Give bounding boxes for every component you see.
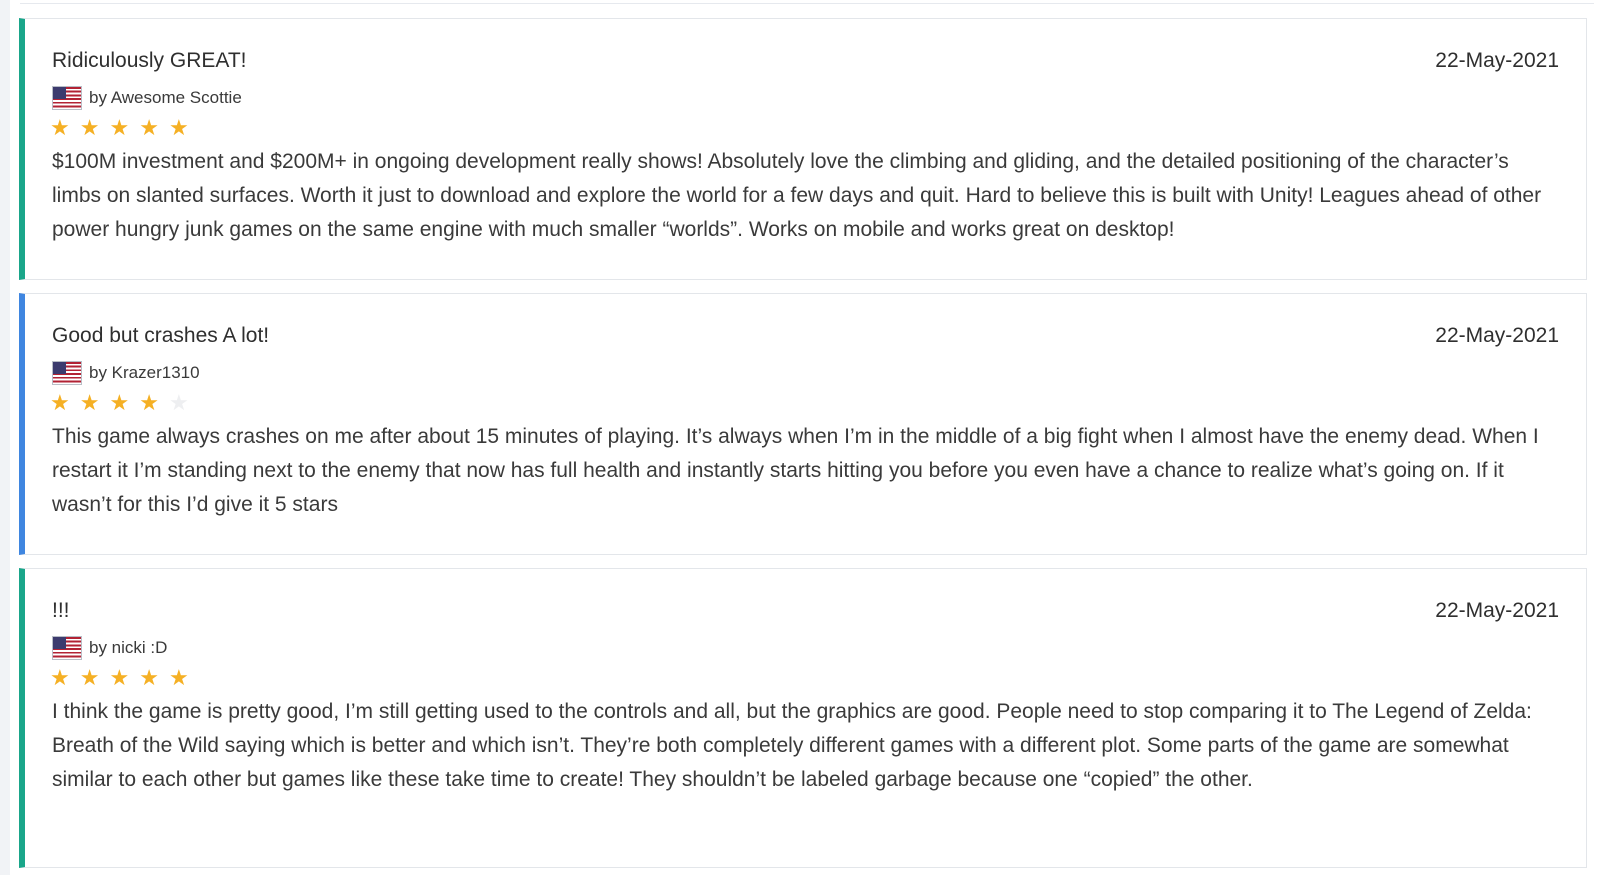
us-flag-icon [52,86,82,110]
star-filled-icon: ★ [109,115,130,140]
star-rating: ★ ★ ★ ★ ★ [50,115,189,141]
star-filled-icon: ★ [79,115,100,140]
star-filled-icon: ★ [139,390,159,415]
review-body: $100M investment and $200M+ in ongoing d… [52,150,1542,241]
star-filled-icon: ★ [79,665,100,690]
star-filled-icon: ★ [139,115,159,140]
star-filled-icon: ★ [50,115,70,140]
review-card: Good but crashes A lot! 22-May-2021 by K… [19,293,1587,555]
review-author-line: by Krazer1310 [52,360,200,386]
star-filled-icon: ★ [168,665,189,690]
review-body: This game always crashes on me after abo… [52,425,1539,516]
star-filled-icon: ★ [139,665,159,690]
review-card: Ridiculously GREAT! 22-May-2021 by Aweso… [19,18,1587,280]
star-filled-icon: ★ [109,665,130,690]
star-filled-icon: ★ [109,390,130,415]
review-date: 22-May-2021 [1435,324,1559,347]
star-filled-icon: ★ [50,665,70,690]
us-flag-icon [52,361,82,385]
review-date: 22-May-2021 [1435,599,1559,622]
star-rating: ★ ★ ★ ★ ★ [50,390,189,416]
review-body: I think the game is pretty good, I’m sti… [52,700,1532,791]
review-author: by Awesome Scottie [89,88,242,107]
review-author-line: by nicki :D [52,635,167,661]
review-date: 22-May-2021 [1435,49,1559,72]
review-title: Ridiculously GREAT! [52,49,247,72]
previous-card-border [20,3,1594,4]
star-filled-icon: ★ [50,390,70,415]
review-author-line: by Awesome Scottie [52,85,242,111]
star-filled-icon: ★ [79,390,100,415]
review-author: by Krazer1310 [89,363,200,382]
us-flag-icon [52,636,82,660]
review-title: Good but crashes A lot! [52,324,270,347]
star-empty-icon: ★ [168,390,189,415]
review-title: !!! [52,599,70,622]
review-author: by nicki :D [89,638,168,657]
review-card: !!! 22-May-2021 by nicki :D ★ ★ ★ ★ ★ I thin… [19,568,1587,868]
left-edge-strip [0,0,10,875]
reviews-page: Ridiculously GREAT! 22-May-2021 by Aweso… [0,0,1600,875]
star-filled-icon: ★ [168,115,189,140]
star-rating: ★ ★ ★ ★ ★ [50,665,189,691]
